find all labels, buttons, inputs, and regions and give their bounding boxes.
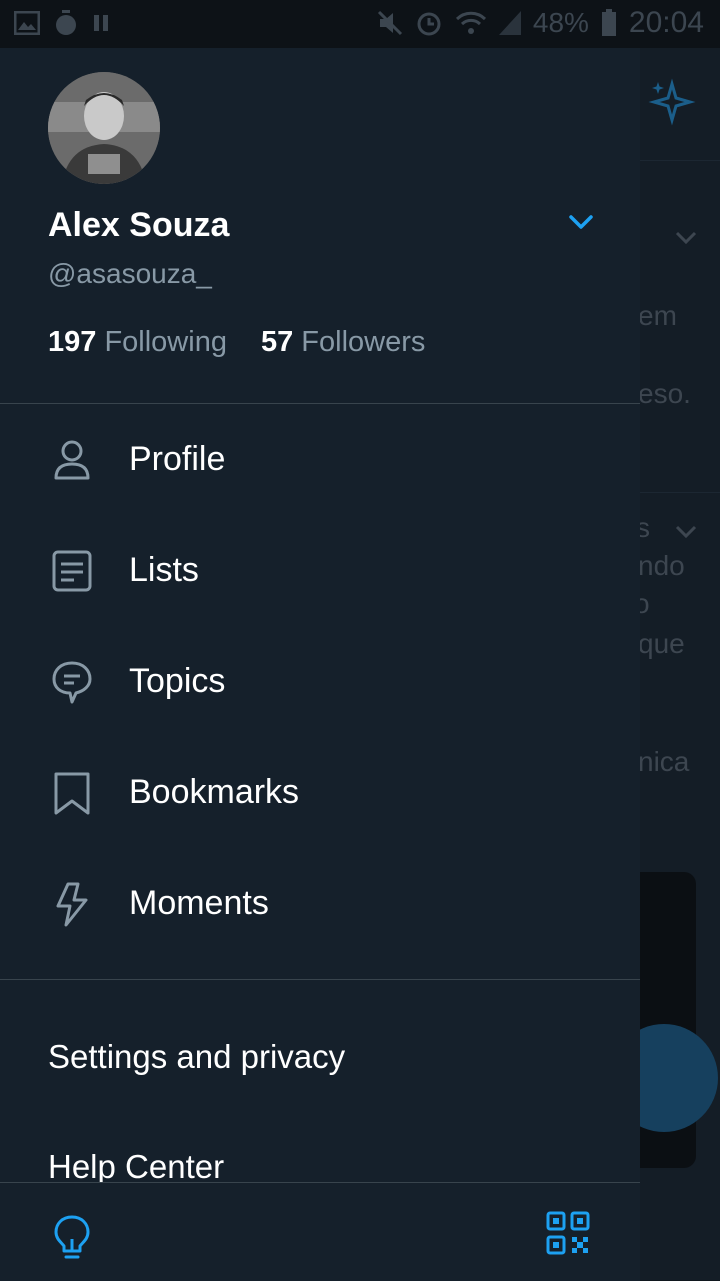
avatar[interactable]	[48, 72, 160, 184]
menu-item-label: Bookmarks	[129, 773, 300, 811]
drawer-bottom-bar	[0, 1182, 640, 1281]
navigation-drawer: Alex Souza @asasouza_ 197 Following 57 F…	[0, 48, 640, 1281]
stopwatch-icon	[56, 10, 76, 35]
profile-handle: @asasouza_	[48, 258, 212, 289]
signal-icon	[498, 11, 521, 35]
chevron-down-icon[interactable]	[566, 212, 596, 232]
following-count: 197	[48, 326, 97, 358]
qr-code-icon[interactable]	[546, 1211, 590, 1255]
status-bar: 48% 20:04	[0, 0, 720, 48]
status-bar-right-icons: 48% 20:04	[377, 6, 704, 40]
feed-text-fragment: em	[640, 300, 677, 331]
sparkle-icon[interactable]	[648, 78, 696, 126]
divider	[0, 403, 640, 404]
feed-text-fragment: ndo	[640, 550, 685, 581]
menu-item-settings-and-privacy[interactable]: Settings and privacy	[48, 1038, 345, 1076]
followers-label: Followers	[301, 326, 426, 358]
status-bar-left-icons	[14, 10, 110, 36]
chevron-down-icon[interactable]	[674, 230, 698, 246]
menu-item-moments[interactable]: Moments	[0, 850, 640, 960]
feed-text-fragment: s	[640, 512, 650, 543]
gallery-notification-icon	[14, 11, 40, 35]
feed-text-fragment: nica	[640, 746, 690, 777]
bookmark-icon	[54, 772, 90, 815]
background-feed: em eso. s ndo o que nica	[640, 48, 720, 1280]
chevron-down-icon[interactable]	[674, 524, 698, 540]
following-link[interactable]: 197 Following	[48, 326, 227, 359]
feed-top-bar	[640, 48, 720, 161]
battery-percent: 48%	[532, 7, 589, 38]
lightbulb-icon[interactable]	[50, 1213, 94, 1261]
profile-name[interactable]: Alex Souza	[48, 206, 229, 245]
compose-tweet-button[interactable]	[640, 1024, 718, 1132]
battery-icon	[601, 9, 616, 36]
follow-stats: 197 Following 57 Followers	[48, 326, 425, 359]
followers-count: 57	[260, 326, 294, 358]
topics-icon	[52, 661, 92, 704]
menu-item-lists[interactable]: Lists	[0, 517, 640, 627]
divider	[0, 979, 640, 980]
followers-link[interactable]: 57 Followers	[261, 326, 425, 359]
menu-item-bookmarks[interactable]: Bookmarks	[0, 739, 640, 849]
mute-icon	[377, 10, 402, 36]
menu-item-label: Topics	[129, 662, 226, 700]
menu-item-topics[interactable]: Topics	[0, 628, 640, 738]
feed-text-fragment: que	[640, 628, 685, 659]
lightning-icon	[56, 882, 88, 927]
menu-item-help-center[interactable]: Help Center	[48, 1148, 224, 1186]
person-icon	[54, 440, 90, 480]
menu-item-label: Profile	[129, 440, 226, 478]
feed-text-fragment: eso.	[640, 378, 691, 409]
menu-item-profile[interactable]: Profile	[0, 406, 640, 516]
wifi-icon	[455, 11, 486, 34]
following-label: Following	[104, 326, 227, 358]
feed-text-fragment: o	[640, 588, 650, 619]
menu-item-label: Lists	[129, 551, 199, 589]
list-icon	[52, 550, 92, 592]
alarm-icon	[417, 12, 441, 36]
menu-item-label: Moments	[129, 884, 269, 922]
clock: 20:04	[628, 6, 704, 39]
feed-divider	[640, 492, 720, 493]
pause-icon	[94, 15, 108, 31]
